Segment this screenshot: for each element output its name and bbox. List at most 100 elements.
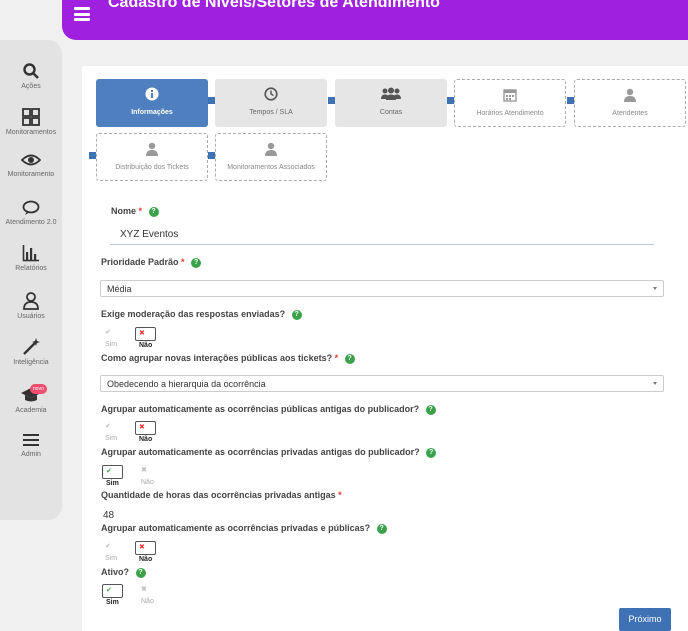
agrupar-privadas-nao-option[interactable]: ✖ Não: [138, 465, 157, 486]
sidebar-item-label: Monitoramentos: [5, 129, 57, 136]
help-icon[interactable]: ?: [148, 206, 159, 217]
nome-input[interactable]: XYZ Eventos: [110, 226, 654, 245]
ativo-sim-option[interactable]: ✔ Sim: [102, 584, 123, 606]
nome-input-value: XYZ Eventos: [120, 229, 179, 240]
step-monitoramentos-associados[interactable]: Monitoramentos Associados: [215, 133, 327, 181]
step-label: Tempos / SLA: [249, 109, 293, 116]
close-icon: ✖: [141, 586, 147, 593]
step-connector: [567, 97, 574, 104]
grid-icon: [22, 108, 40, 126]
check-icon: ✔: [105, 543, 111, 550]
agrupar-select-value: Obedecendo a hierarquia da ocorrência: [107, 379, 266, 389]
person-icon: [265, 142, 277, 156]
agrupar-ambas-label: Agrupar automaticamente as ocorrências p…: [101, 523, 387, 534]
agrupar-privadas-label: Agrupar automaticamente as ocorrências p…: [101, 447, 437, 458]
required-marker: *: [181, 257, 185, 267]
hamburger-menu-icon[interactable]: [74, 7, 90, 21]
required-marker: *: [138, 206, 143, 216]
help-icon[interactable]: ?: [291, 309, 302, 320]
sidebar-item-atendimento[interactable]: Atendimento 2.0: [0, 200, 62, 227]
page-title: Cadastro de Níveis/Setores de Atendiment…: [108, 0, 440, 11]
check-icon: ✔: [105, 423, 111, 430]
step-label: Atendentes: [612, 110, 648, 117]
moderacao-nao-option[interactable]: ✖ Não: [135, 327, 157, 349]
sidebar-item-label: Monitoramento: [7, 171, 55, 178]
agrupar-publicas-nao-option[interactable]: ✖ Não: [135, 421, 157, 443]
help-icon[interactable]: ?: [344, 353, 355, 364]
close-icon: ✖: [141, 467, 147, 474]
calendar-icon: [503, 89, 517, 102]
next-button[interactable]: Próximo: [619, 608, 671, 631]
help-icon[interactable]: ?: [135, 567, 146, 578]
sidebar-item-acoes[interactable]: Ações: [0, 62, 62, 91]
bar-chart-icon: [22, 245, 39, 262]
agrupar-publicas-sim-option[interactable]: ✔ Sim: [102, 421, 120, 442]
sidebar-item-admin[interactable]: Admin: [0, 432, 62, 459]
step-label: Monitoramentos Associados: [227, 164, 315, 171]
users-icon: [381, 87, 401, 100]
step-label: Horários Atendimento: [476, 110, 544, 117]
sidebar-item-label: Atendimento 2.0: [5, 219, 57, 226]
agrupar-select[interactable]: Obedecendo a hierarquia da ocorrência: [100, 375, 664, 392]
check-icon: ✔: [106, 468, 112, 475]
menu-icon: [23, 434, 39, 446]
step-informacoes[interactable]: Informações: [96, 79, 208, 127]
step-label: Distribuição dos Tickets: [115, 164, 189, 171]
sidebar-item-relatorios[interactable]: Relatórios: [0, 244, 62, 273]
sidebar: Ações Monitoramentos Monitoramento Atend…: [0, 40, 62, 520]
help-icon[interactable]: ?: [425, 404, 436, 415]
step-label: Contas: [379, 109, 403, 116]
sidebar-item-label: Academia: [15, 407, 47, 414]
search-icon: [23, 63, 39, 79]
agrupar-ambas-nao-option[interactable]: ✖ Não: [135, 541, 157, 563]
step-horarios-atendimento[interactable]: Horários Atendimento: [454, 79, 566, 127]
prioridade-select-value: Média: [107, 284, 132, 294]
sidebar-item-inteligencia[interactable]: Inteligência: [0, 338, 62, 367]
nome-label: Nome * ?: [111, 206, 159, 217]
step-connector: [89, 152, 96, 159]
prioridade-select[interactable]: Média: [100, 280, 664, 297]
sidebar-item-academia[interactable]: novo Academia: [0, 384, 62, 415]
chevron-down-icon: [653, 382, 657, 385]
eye-icon: [21, 154, 41, 166]
chat-icon: [22, 200, 40, 215]
agrupar-privadas-sim-option[interactable]: ✔ Sim: [102, 465, 123, 487]
moderacao-label: Exige moderação das respostas enviadas? …: [101, 309, 302, 320]
ativo-nao-option[interactable]: ✖ Não: [138, 584, 157, 605]
step-connector: [447, 97, 454, 104]
agrupar-publicas-label: Agrupar automaticamente as ocorrências p…: [101, 404, 436, 415]
help-icon[interactable]: ?: [426, 447, 437, 458]
step-contas[interactable]: Contas: [335, 79, 447, 127]
sidebar-item-label: Admin: [21, 451, 41, 458]
person-icon: [146, 142, 158, 156]
ativo-label: Ativo? ?: [101, 567, 146, 578]
step-connector: [208, 97, 215, 104]
user-icon: [23, 292, 39, 310]
step-connector: [328, 97, 335, 104]
sidebar-item-label: Ações: [21, 83, 41, 90]
agrupar-ambas-sim-option[interactable]: ✔ Sim: [102, 541, 120, 562]
sidebar-item-usuarios[interactable]: Usuários: [0, 292, 62, 321]
required-marker: *: [334, 353, 339, 363]
clock-icon: [264, 87, 278, 101]
sidebar-item-monitoramentos[interactable]: Monitoramentos: [0, 108, 62, 137]
page-header: Cadastro de Níveis/Setores de Atendiment…: [62, 0, 688, 40]
person-icon: [624, 88, 636, 102]
step-atendentes[interactable]: Atendentes: [574, 79, 686, 127]
check-icon: ✔: [105, 329, 111, 336]
step-label: Informações: [131, 109, 173, 116]
close-icon: ✖: [139, 330, 145, 337]
prioridade-label: Prioridade Padrão * ?: [101, 257, 202, 268]
moderacao-sim-option[interactable]: ✔ Sim: [102, 327, 120, 348]
step-distribuicao-tickets[interactable]: Distribuição dos Tickets: [96, 133, 208, 181]
agrupar-label: Como agrupar novas interações públicas a…: [101, 353, 355, 364]
help-icon[interactable]: ?: [376, 523, 387, 534]
step-connector: [208, 152, 215, 159]
sidebar-item-label: Inteligência: [13, 359, 49, 366]
horas-value[interactable]: 48: [103, 510, 114, 521]
sidebar-item-monitoramento[interactable]: Monitoramento: [0, 152, 62, 179]
help-icon[interactable]: ?: [191, 257, 202, 268]
step-tempos-sla[interactable]: Tempos / SLA: [215, 79, 327, 127]
close-icon: ✖: [139, 544, 145, 551]
sidebar-item-label: Usuários: [17, 313, 45, 320]
